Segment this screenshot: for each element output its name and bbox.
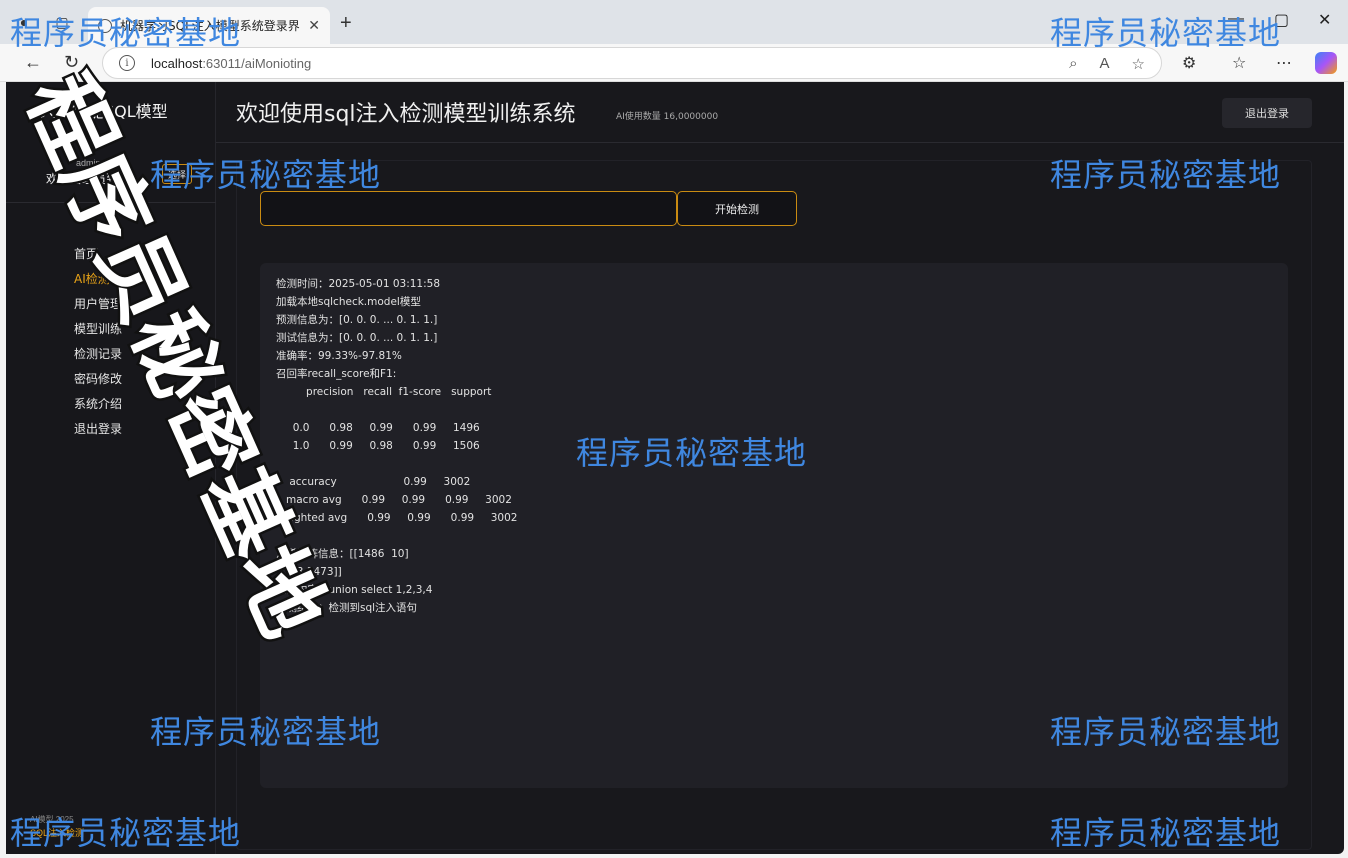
result-line: weighted avg 0.99 0.99 0.99 3002 bbox=[276, 512, 518, 524]
copilot-icon[interactable] bbox=[1315, 52, 1337, 74]
watermark: 程序员秘密基地 bbox=[1050, 814, 1282, 852]
ai-usage-count: AI使用数量 16,0000000 bbox=[616, 112, 719, 122]
watermark: 程序员秘密基地 bbox=[10, 814, 242, 852]
url-path: :63011/aiMonioting bbox=[202, 55, 312, 71]
url-field[interactable]: i localhost:63011/aiMonioting ⌕ A ☆ bbox=[102, 47, 1162, 79]
page-title: 欢迎使用sql注入检测模型训练系统 bbox=[236, 102, 576, 127]
header-divider bbox=[216, 142, 1344, 143]
result-line: [ 33 1473]] bbox=[276, 566, 342, 578]
result-line: precision recall f1-score support bbox=[276, 386, 492, 398]
new-tab-icon[interactable]: + bbox=[340, 12, 352, 35]
result-line bbox=[276, 527, 1272, 545]
result-line: 预测信息为：[0. 0. 0. ... 0. 1. 1.] bbox=[276, 314, 438, 326]
watermark: 程序员秘密基地 bbox=[150, 156, 382, 194]
url-host: localhost bbox=[151, 55, 203, 71]
result-line: 准确率：99.33%-97.81% bbox=[276, 350, 402, 362]
result-line: 加载本地sqlcheck.model模型 bbox=[276, 296, 421, 308]
more-menu-icon[interactable]: ⋯ bbox=[1276, 53, 1292, 73]
logout-button[interactable]: 退出登录 bbox=[1222, 98, 1312, 128]
favorites-icon[interactable]: ☆ bbox=[1232, 53, 1246, 73]
result-line bbox=[276, 401, 1272, 419]
zoom-icon[interactable]: ⌕ bbox=[1069, 55, 1077, 73]
extensions-icon[interactable]: ⚙ bbox=[1182, 53, 1196, 73]
watermark: 程序员秘密基地 bbox=[1050, 156, 1282, 194]
start-detect-button[interactable]: 开始检测 bbox=[677, 191, 797, 226]
favorite-star-icon[interactable]: ☆ bbox=[1132, 55, 1145, 73]
window-close-icon[interactable]: ✕ bbox=[1318, 10, 1331, 30]
sidebar-item-logout[interactable]: 退出登录 bbox=[74, 417, 122, 442]
watermark: 程序员秘密基地 bbox=[576, 434, 808, 472]
tab-close-icon[interactable]: ✕ bbox=[308, 17, 320, 34]
read-aloud-icon[interactable]: A bbox=[1100, 55, 1110, 73]
sidebar-item-about[interactable]: 系统介绍 bbox=[74, 392, 122, 417]
result-line: 测试信息为：[0. 0. 0. ... 0. 1. 1.] bbox=[276, 332, 438, 344]
watermark: 程序员秘密基地 bbox=[1050, 713, 1282, 751]
result-line: accuracy 0.99 3002 bbox=[276, 476, 471, 488]
detect-input[interactable] bbox=[260, 191, 677, 226]
result-line: macro avg 0.99 0.99 0.99 3002 bbox=[276, 494, 512, 506]
result-line: 检测时间：2025-05-01 03:11:58 bbox=[276, 278, 441, 290]
back-icon[interactable]: ← bbox=[24, 52, 42, 73]
watermark: 程序员秘密基地 bbox=[150, 713, 382, 751]
result-line: 检测结果：检测到sql注入语句 bbox=[276, 602, 418, 614]
result-line: 混淆矩阵信息：[[1486 10] bbox=[276, 548, 409, 560]
result-line: 检测内容：union select 1,2,3,4 bbox=[276, 584, 433, 596]
sidebar-item-password[interactable]: 密码修改 bbox=[74, 367, 122, 392]
watermark: 程序员秘密基地 bbox=[1050, 14, 1282, 52]
result-line: 召回率recall_score和F1: bbox=[276, 368, 397, 380]
watermark: 程序员秘密基地 bbox=[10, 14, 242, 52]
